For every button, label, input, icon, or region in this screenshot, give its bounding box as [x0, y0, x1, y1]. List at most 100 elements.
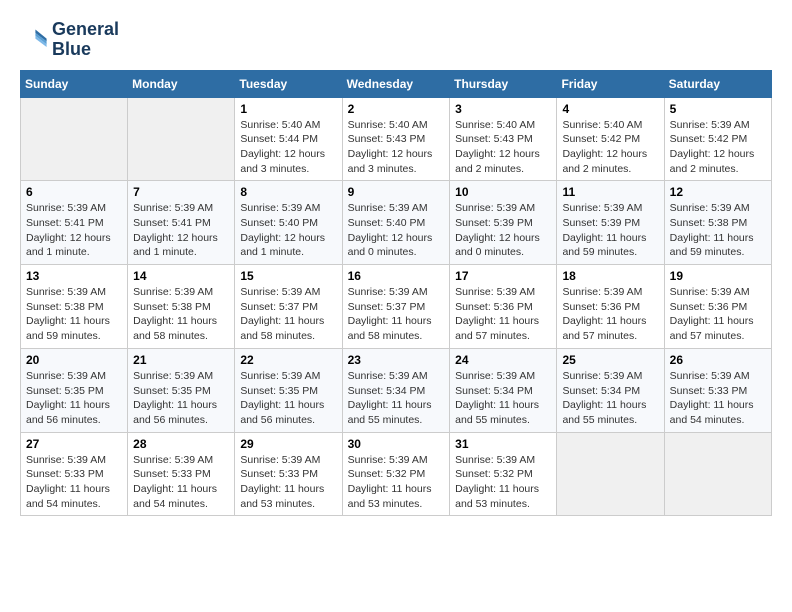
- calendar-cell: 3 Sunrise: 5:40 AMSunset: 5:43 PMDaylight…: [450, 97, 557, 181]
- day-info: Sunrise: 5:39 AMSunset: 5:38 PMDaylight:…: [133, 285, 229, 344]
- logo-text: General Blue: [52, 20, 119, 60]
- calendar-cell: [557, 432, 664, 516]
- day-number: 24: [455, 353, 551, 367]
- day-info: Sunrise: 5:39 AMSunset: 5:38 PMDaylight:…: [26, 285, 122, 344]
- calendar-cell: 8Sunrise: 5:39 AMSunset: 5:40 PMDaylight…: [235, 181, 342, 265]
- day-number: 13: [26, 269, 122, 283]
- calendar-cell: 29 Sunrise: 5:39 AMSunset: 5:33 PMDayligh…: [235, 432, 342, 516]
- page-header: General Blue: [20, 20, 772, 60]
- day-number: 19: [670, 269, 766, 283]
- day-info: Sunrise: 5:39 AMSunset: 5:39 PMDaylight:…: [455, 201, 551, 260]
- day-info: Sunrise: 5:39 AMSunset: 5:33 PMDaylight:…: [240, 453, 336, 512]
- calendar-cell: 10 Sunrise: 5:39 AMSunset: 5:39 PMDayligh…: [450, 181, 557, 265]
- calendar-cell: 26 Sunrise: 5:39 AMSunset: 5:33 PMDayligh…: [664, 348, 771, 432]
- day-info: Sunrise: 5:39 AMSunset: 5:36 PMDaylight:…: [670, 285, 766, 344]
- day-info: Sunrise: 5:39 AMSunset: 5:33 PMDaylight:…: [670, 369, 766, 428]
- day-number: 21: [133, 353, 229, 367]
- day-number: 11: [562, 185, 658, 199]
- calendar-cell: 22 Sunrise: 5:39 AMSunset: 5:35 PMDayligh…: [235, 348, 342, 432]
- day-number: 1: [240, 102, 336, 116]
- calendar-cell: 2 Sunrise: 5:40 AMSunset: 5:43 PMDaylight…: [342, 97, 450, 181]
- day-number: 16: [348, 269, 445, 283]
- day-info: Sunrise: 5:40 AMSunset: 5:42 PMDaylight:…: [562, 118, 658, 177]
- day-info: Sunrise: 5:39 AMSunset: 5:36 PMDaylight:…: [455, 285, 551, 344]
- day-number: 29: [240, 437, 336, 451]
- day-number: 28: [133, 437, 229, 451]
- day-number: 5: [670, 102, 766, 116]
- day-number: 18: [562, 269, 658, 283]
- weekday-header-saturday: Saturday: [664, 70, 771, 97]
- logo: General Blue: [20, 20, 119, 60]
- weekday-header-sunday: Sunday: [21, 70, 128, 97]
- day-info: Sunrise: 5:39 AMSunset: 5:35 PMDaylight:…: [26, 369, 122, 428]
- day-info: Sunrise: 5:39 AMSunset: 5:34 PMDaylight:…: [562, 369, 658, 428]
- calendar-cell: 30Sunrise: 5:39 AMSunset: 5:32 PMDayligh…: [342, 432, 450, 516]
- calendar-cell: 28Sunrise: 5:39 AMSunset: 5:33 PMDayligh…: [128, 432, 235, 516]
- calendar-cell: 11 Sunrise: 5:39 AMSunset: 5:39 PMDayligh…: [557, 181, 664, 265]
- day-number: 31: [455, 437, 551, 451]
- day-number: 8: [240, 185, 336, 199]
- day-info: Sunrise: 5:40 AMSunset: 5:43 PMDaylight:…: [348, 118, 445, 177]
- calendar-cell: 31 Sunrise: 5:39 AMSunset: 5:32 PMDayligh…: [450, 432, 557, 516]
- calendar-week-row: 6 Sunrise: 5:39 AMSunset: 5:41 PMDaylight…: [21, 181, 772, 265]
- calendar-cell: 23Sunrise: 5:39 AMSunset: 5:34 PMDayligh…: [342, 348, 450, 432]
- day-number: 26: [670, 353, 766, 367]
- calendar-cell: 18 Sunrise: 5:39 AMSunset: 5:36 PMDayligh…: [557, 265, 664, 349]
- calendar-cell: [128, 97, 235, 181]
- day-number: 3: [455, 102, 551, 116]
- day-info: Sunrise: 5:39 AMSunset: 5:36 PMDaylight:…: [562, 285, 658, 344]
- day-info: Sunrise: 5:39 AMSunset: 5:33 PMDaylight:…: [26, 453, 122, 512]
- calendar-cell: 16 Sunrise: 5:39 AMSunset: 5:37 PMDayligh…: [342, 265, 450, 349]
- calendar-cell: 7 Sunrise: 5:39 AMSunset: 5:41 PMDaylight…: [128, 181, 235, 265]
- calendar-cell: [21, 97, 128, 181]
- calendar-cell: 17Sunrise: 5:39 AMSunset: 5:36 PMDayligh…: [450, 265, 557, 349]
- calendar-cell: 1 Sunrise: 5:40 AMSunset: 5:44 PMDaylight…: [235, 97, 342, 181]
- weekday-header-monday: Monday: [128, 70, 235, 97]
- calendar-cell: [664, 432, 771, 516]
- logo-icon: [20, 26, 48, 54]
- weekday-header-thursday: Thursday: [450, 70, 557, 97]
- day-info: Sunrise: 5:39 AMSunset: 5:38 PMDaylight:…: [670, 201, 766, 260]
- day-number: 10: [455, 185, 551, 199]
- calendar-cell: 25 Sunrise: 5:39 AMSunset: 5:34 PMDayligh…: [557, 348, 664, 432]
- calendar-cell: 20 Sunrise: 5:39 AMSunset: 5:35 PMDayligh…: [21, 348, 128, 432]
- calendar-cell: 5 Sunrise: 5:39 AMSunset: 5:42 PMDaylight…: [664, 97, 771, 181]
- day-number: 14: [133, 269, 229, 283]
- day-number: 6: [26, 185, 122, 199]
- day-info: Sunrise: 5:39 AMSunset: 5:41 PMDaylight:…: [133, 201, 229, 260]
- day-info: Sunrise: 5:39 AMSunset: 5:37 PMDaylight:…: [348, 285, 445, 344]
- day-info: Sunrise: 5:39 AMSunset: 5:34 PMDaylight:…: [348, 369, 445, 428]
- day-info: Sunrise: 5:40 AMSunset: 5:44 PMDaylight:…: [240, 118, 336, 177]
- calendar-cell: 27 Sunrise: 5:39 AMSunset: 5:33 PMDayligh…: [21, 432, 128, 516]
- calendar-cell: 14 Sunrise: 5:39 AMSunset: 5:38 PMDayligh…: [128, 265, 235, 349]
- day-number: 7: [133, 185, 229, 199]
- calendar-cell: 24Sunrise: 5:39 AMSunset: 5:34 PMDayligh…: [450, 348, 557, 432]
- weekday-header-tuesday: Tuesday: [235, 70, 342, 97]
- day-info: Sunrise: 5:39 AMSunset: 5:35 PMDaylight:…: [240, 369, 336, 428]
- calendar-week-row: 13 Sunrise: 5:39 AMSunset: 5:38 PMDayligh…: [21, 265, 772, 349]
- calendar-week-row: 27 Sunrise: 5:39 AMSunset: 5:33 PMDayligh…: [21, 432, 772, 516]
- calendar-cell: 13 Sunrise: 5:39 AMSunset: 5:38 PMDayligh…: [21, 265, 128, 349]
- weekday-header-wednesday: Wednesday: [342, 70, 450, 97]
- day-info: Sunrise: 5:39 AMSunset: 5:42 PMDaylight:…: [670, 118, 766, 177]
- calendar-cell: 15Sunrise: 5:39 AMSunset: 5:37 PMDayligh…: [235, 265, 342, 349]
- day-number: 27: [26, 437, 122, 451]
- calendar-cell: 19 Sunrise: 5:39 AMSunset: 5:36 PMDayligh…: [664, 265, 771, 349]
- day-info: Sunrise: 5:39 AMSunset: 5:39 PMDaylight:…: [562, 201, 658, 260]
- calendar-cell: 12Sunrise: 5:39 AMSunset: 5:38 PMDayligh…: [664, 181, 771, 265]
- calendar-cell: 4Sunrise: 5:40 AMSunset: 5:42 PMDaylight…: [557, 97, 664, 181]
- calendar-cell: 21Sunrise: 5:39 AMSunset: 5:35 PMDayligh…: [128, 348, 235, 432]
- day-number: 22: [240, 353, 336, 367]
- day-number: 15: [240, 269, 336, 283]
- day-info: Sunrise: 5:39 AMSunset: 5:32 PMDaylight:…: [455, 453, 551, 512]
- calendar-header-row: SundayMondayTuesdayWednesdayThursdayFrid…: [21, 70, 772, 97]
- day-number: 25: [562, 353, 658, 367]
- day-info: Sunrise: 5:40 AMSunset: 5:43 PMDaylight:…: [455, 118, 551, 177]
- weekday-header-friday: Friday: [557, 70, 664, 97]
- day-number: 2: [348, 102, 445, 116]
- day-number: 20: [26, 353, 122, 367]
- day-number: 9: [348, 185, 445, 199]
- day-number: 30: [348, 437, 445, 451]
- day-info: Sunrise: 5:39 AMSunset: 5:40 PMDaylight:…: [348, 201, 445, 260]
- calendar-week-row: 1 Sunrise: 5:40 AMSunset: 5:44 PMDaylight…: [21, 97, 772, 181]
